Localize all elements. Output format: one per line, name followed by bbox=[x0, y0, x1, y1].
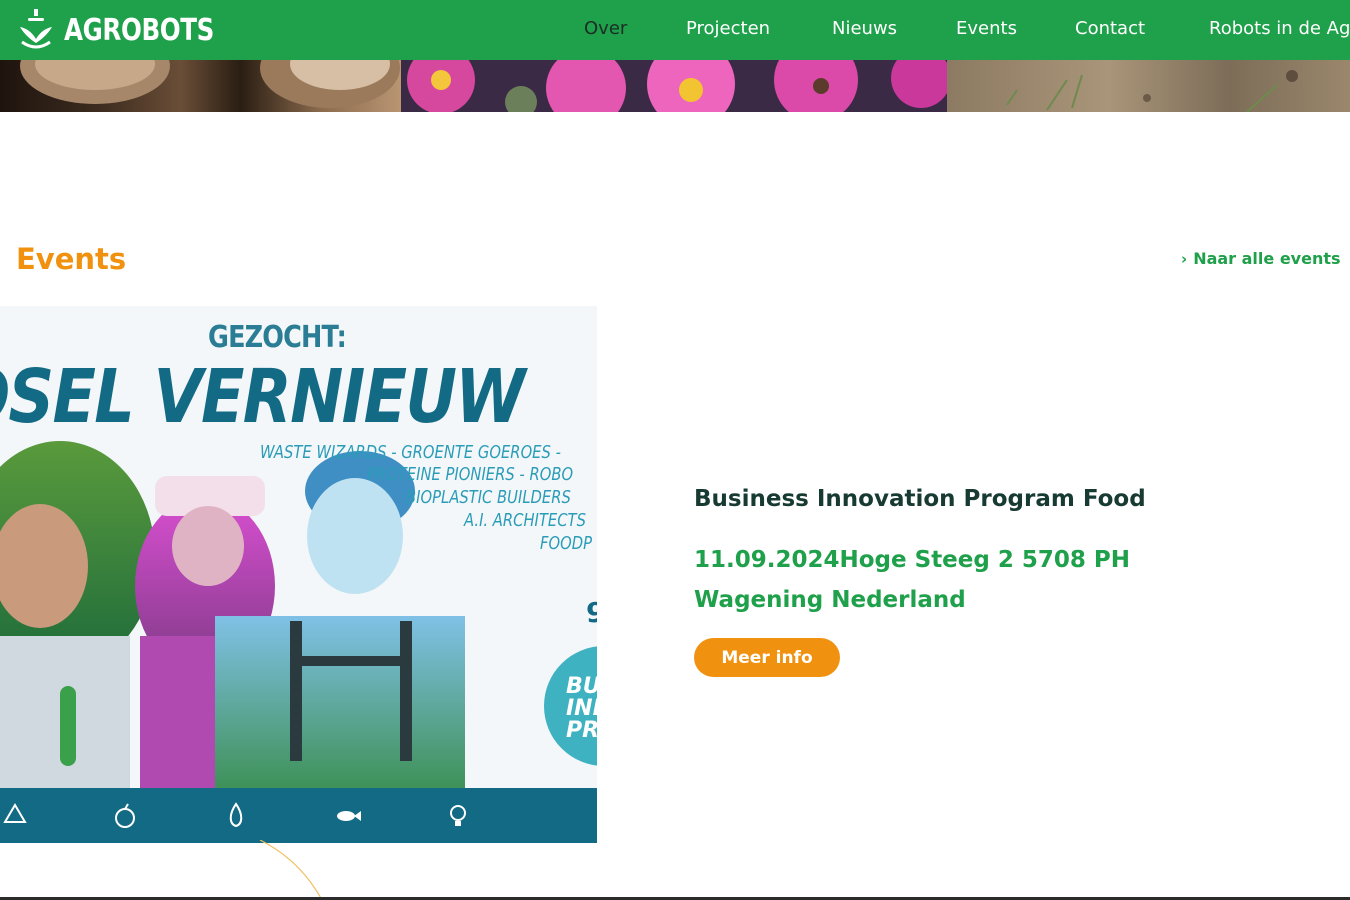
nav-item-events[interactable]: Events bbox=[956, 18, 1017, 39]
decorative-curve bbox=[259, 840, 323, 900]
poster-line: BIOPLASTIC BUILDERS bbox=[406, 487, 571, 508]
nav-item-over[interactable]: Over bbox=[584, 18, 627, 39]
mushroom-photo bbox=[0, 60, 401, 112]
poster-line: WASTE WIZARDS - GROENTE GOEROES - bbox=[260, 442, 561, 463]
poster-line: PROTEINE PIONIERS - ROBO bbox=[367, 464, 574, 485]
nav-item-contact[interactable]: Contact bbox=[1075, 18, 1145, 39]
recycle-icon bbox=[3, 803, 27, 823]
hero-image-strip bbox=[0, 60, 1350, 112]
events-section-title: Events bbox=[16, 242, 127, 276]
poster-headline: OSEL VERNIEUW bbox=[0, 354, 525, 440]
fish-icon bbox=[337, 811, 361, 821]
soil-seedling-photo bbox=[947, 60, 1350, 112]
lightbulb-icon bbox=[450, 805, 466, 826]
event-poster-image[interactable]: GEZOCHT: OSEL VERNIEUW WASTE WIZARDS - G… bbox=[0, 306, 597, 843]
flower-photo bbox=[401, 60, 947, 112]
poster-footer-band bbox=[0, 788, 597, 843]
main-nav: Over Projecten Nieuws Events Contact Rob… bbox=[0, 0, 1350, 60]
all-events-link[interactable]: › Naar alle events bbox=[1181, 249, 1341, 268]
top-navigation-bar: AGROBOTS Over Projecten Nieuws Events Co… bbox=[0, 0, 1350, 60]
poster-badge-line: PR bbox=[566, 718, 597, 743]
nav-item-robots-in-de-agri[interactable]: Robots in de Ag bbox=[1209, 18, 1350, 39]
poster-line: A.I. ARCHITECTS bbox=[464, 510, 586, 531]
leaf-drop-icon bbox=[229, 802, 243, 828]
poster-badge-line: BU bbox=[566, 674, 597, 699]
poster-kicker: GEZOCHT: bbox=[208, 320, 347, 355]
poster-badge-line: INI bbox=[566, 696, 597, 721]
event-title[interactable]: Business Innovation Program Food bbox=[694, 486, 1146, 512]
all-events-label: Naar alle events bbox=[1193, 249, 1341, 268]
nav-item-projecten[interactable]: Projecten bbox=[686, 18, 770, 39]
event-date-location: 11.09.2024Hoge Steeg 2 5708 PH Wagening … bbox=[694, 547, 1130, 613]
more-info-button[interactable]: Meer info bbox=[694, 638, 840, 677]
apple-icon bbox=[115, 803, 135, 828]
poster-digit: 9 bbox=[586, 596, 597, 629]
poster-line: FOODP bbox=[540, 533, 592, 554]
chevron-right-icon: › bbox=[1181, 249, 1188, 268]
nav-item-nieuws[interactable]: Nieuws bbox=[832, 18, 897, 39]
